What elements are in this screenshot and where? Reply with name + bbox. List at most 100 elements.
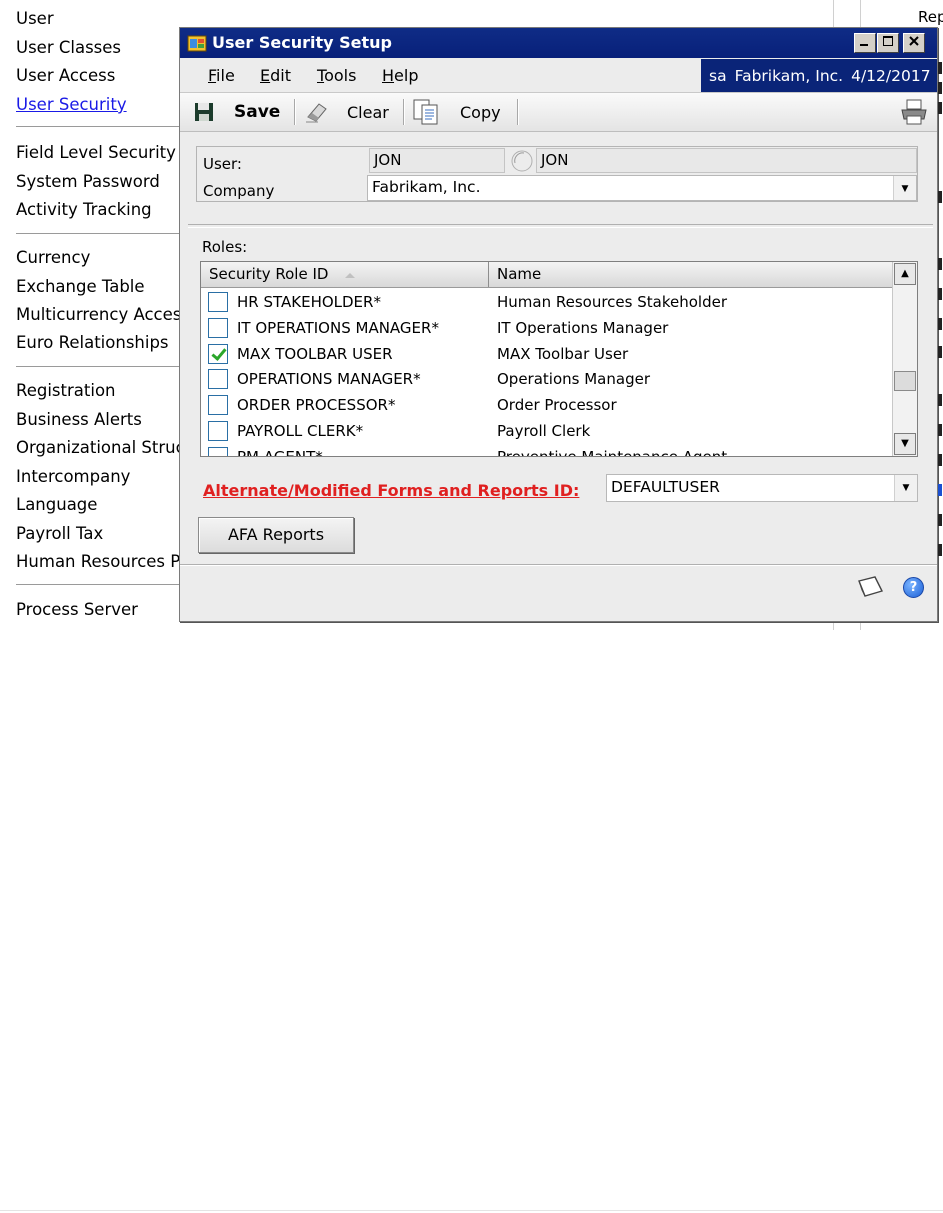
menu-help[interactable]: Help [382, 66, 418, 85]
background-fragment [938, 318, 942, 330]
nav-item[interactable]: Process Server [16, 600, 138, 619]
toolbar-separator [294, 99, 296, 125]
menu-edit[interactable]: Edit [260, 66, 291, 85]
chevron-down-icon[interactable]: ▼ [893, 176, 916, 200]
background-fragment [938, 346, 942, 358]
nav-item[interactable]: Registration [16, 381, 116, 400]
nav-item[interactable]: User [16, 9, 54, 28]
background-fragment [938, 424, 942, 436]
nav-item[interactable]: User Classes [16, 38, 121, 57]
print-button[interactable] [900, 93, 928, 131]
save-button[interactable]: Save [194, 93, 280, 131]
copy-button[interactable]: Copy [412, 93, 501, 131]
nav-item[interactable]: Business Alerts [16, 410, 142, 429]
table-row[interactable]: OPERATIONS MANAGER* Operations Manager [201, 366, 893, 392]
nav-item[interactable]: Language [16, 495, 97, 514]
copy-icon [413, 99, 438, 125]
status-company: Fabrikam, Inc. [734, 67, 844, 85]
toolbar-separator [403, 99, 405, 125]
role-checkbox[interactable] [208, 317, 228, 338]
help-icon[interactable]: ? [903, 577, 924, 598]
role-name-cell: Human Resources Stakeholder [497, 293, 727, 311]
nav-item[interactable]: Euro Relationships [16, 333, 169, 352]
afa-reports-button[interactable]: AFA Reports [198, 517, 354, 553]
role-id-cell: MAX TOOLBAR USER [237, 344, 393, 363]
nav-item[interactable]: Exchange Table [16, 277, 145, 296]
role-id-cell: IT OPERATIONS MANAGER* [237, 318, 439, 337]
nav-item[interactable]: Intercompany [16, 467, 130, 486]
table-row[interactable]: ORDER PROCESSOR* Order Processor [201, 392, 893, 418]
table-row[interactable]: PAYROLL CLERK* Payroll Clerk [201, 418, 893, 444]
nav-item[interactable]: Human Resources Pr [16, 552, 187, 571]
save-icon [195, 103, 213, 121]
background-fragment [938, 454, 942, 466]
vertical-scrollbar[interactable]: ▲ ▼ [892, 262, 917, 456]
role-checkbox[interactable] [208, 292, 228, 312]
table-row[interactable]: HR STAKEHOLDER* Human Resources Stakehold… [201, 289, 893, 315]
user-name-field: JON [536, 148, 917, 173]
table-row[interactable]: MAX TOOLBAR USER MAX Toolbar User [201, 341, 893, 367]
company-dropdown[interactable]: Fabrikam, Inc. ▼ [367, 175, 917, 201]
nav-divider [16, 584, 180, 585]
scroll-down-icon[interactable]: ▼ [894, 433, 916, 455]
role-name-cell: Payroll Clerk [497, 422, 591, 440]
nav-item[interactable]: Payroll Tax [16, 524, 103, 543]
table-row[interactable]: PM AGENT* Preventive Maintenance Agent [201, 444, 893, 456]
nav-item[interactable]: Currency [16, 248, 90, 267]
table-row[interactable]: IT OPERATIONS MANAGER* IT Operations Mana… [201, 315, 893, 341]
title-bar[interactable]: User Security Setup [180, 28, 937, 58]
role-checkbox[interactable] [208, 446, 228, 456]
nav-item[interactable]: System Password [16, 172, 160, 191]
window-title: User Security Setup [212, 33, 392, 52]
menu-file[interactable]: File [208, 66, 235, 85]
close-icon[interactable] [903, 33, 925, 53]
role-checkbox[interactable] [208, 343, 228, 364]
toolbar: Save Clear Copy [180, 92, 937, 132]
chevron-down-icon[interactable]: ▼ [894, 475, 917, 501]
role-checkbox[interactable] [208, 395, 228, 416]
scroll-up-icon[interactable]: ▲ [894, 263, 916, 285]
background-fragment [938, 102, 942, 114]
role-id-cell: ORDER PROCESSOR* [237, 396, 396, 415]
nav-divider [16, 366, 180, 367]
column-name[interactable]: Name [489, 262, 893, 287]
sort-ascending-icon [345, 273, 355, 278]
role-name-cell: Order Processor [497, 396, 617, 415]
column-security-role-id[interactable]: Security Role ID [201, 262, 489, 287]
nav-item[interactable]: Multicurrency Acces [16, 305, 181, 324]
user-id-field[interactable]: JON [369, 148, 505, 173]
nav-item[interactable]: User Security [16, 95, 127, 114]
user-security-setup-window: User Security Setup File Edit Tools Help… [179, 27, 938, 622]
roles-label: Roles: [202, 238, 248, 256]
printer-icon [901, 99, 927, 125]
eraser-icon [306, 103, 327, 123]
user-label: User: [203, 155, 242, 173]
nav-item[interactable]: Field Level Security [16, 143, 176, 162]
nav-item[interactable]: Organizational Struc [16, 438, 185, 457]
status-date: 4/12/2017 [851, 67, 931, 85]
background-text: Rep [918, 8, 943, 26]
nav-divider [16, 233, 180, 234]
minimize-icon[interactable] [854, 33, 876, 53]
footer-divider [180, 564, 937, 566]
clear-button[interactable]: Clear [304, 93, 389, 131]
roles-grid: Security Role ID Name HR STAKEHOLDER* Hum… [200, 261, 918, 457]
background-fragment [938, 544, 942, 556]
alternate-forms-label[interactable]: Alternate/Modified Forms and Reports ID: [203, 481, 579, 500]
role-checkbox[interactable] [208, 369, 228, 390]
role-name-cell: MAX Toolbar User [497, 344, 629, 363]
background-fragment [938, 288, 942, 300]
status-info: sa Fabrikam, Inc. 4/12/2017 [701, 59, 937, 93]
background-fragment [938, 394, 942, 406]
menu-bar: File Edit Tools Help sa Fabrikam, Inc. 4/1… [180, 58, 937, 93]
menu-tools[interactable]: Tools [317, 66, 356, 85]
maximize-icon[interactable] [877, 33, 899, 53]
lookup-icon[interactable] [510, 149, 534, 173]
scroll-thumb[interactable] [894, 371, 916, 391]
note-icon[interactable] [855, 575, 885, 599]
nav-item[interactable]: Activity Tracking [16, 200, 152, 219]
role-checkbox[interactable] [208, 421, 228, 441]
alternate-forms-dropdown[interactable]: DEFAULTUSER ▼ [606, 474, 918, 502]
nav-item[interactable]: User Access [16, 66, 115, 85]
background-fragment [938, 484, 942, 496]
